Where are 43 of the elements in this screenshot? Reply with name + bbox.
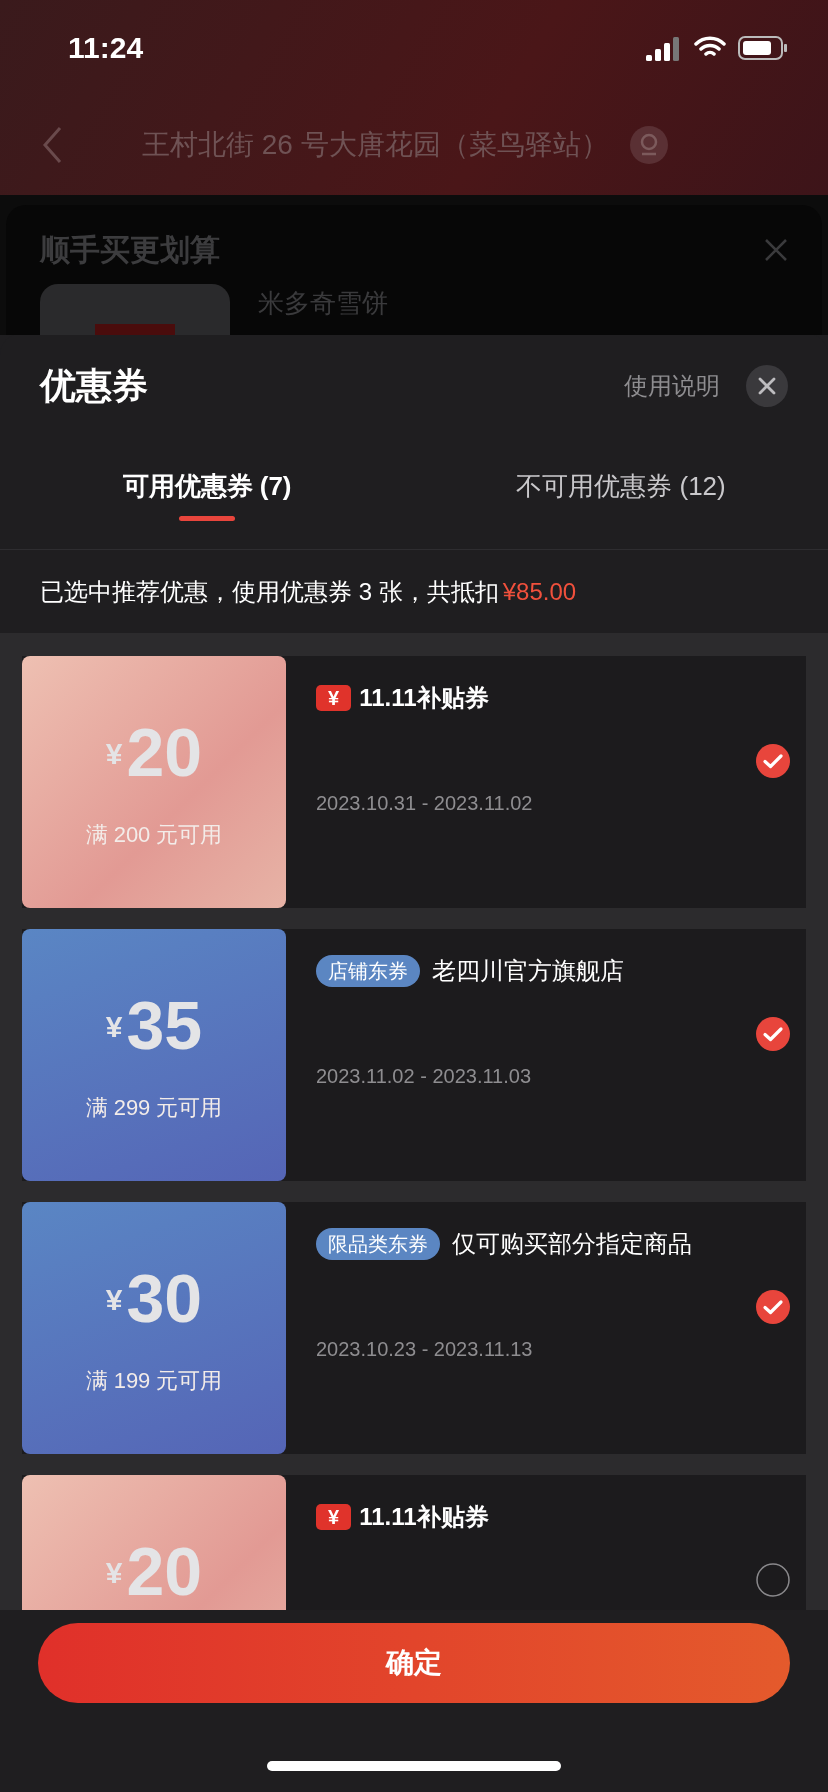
coupon-tag: 限品类东券 — [316, 1228, 440, 1260]
battery-icon — [738, 35, 788, 60]
coupon-title: 仅可购买部分指定商品 — [452, 1229, 692, 1259]
yen-ticket-badge: ¥ — [316, 1504, 352, 1530]
close-icon — [764, 237, 788, 262]
currency-symbol: ¥ — [105, 1555, 123, 1591]
coupon-card[interactable]: ¥30 满 199 元可用 限品类东券 仅可购买部分指定商品 2023.10.23 - 2023.11.13 — [22, 1202, 806, 1454]
usage-instructions-link[interactable]: 使用说明 — [624, 367, 720, 404]
coupon-amount: 30 — [126, 1264, 203, 1332]
checked-circle-icon[interactable] — [756, 1290, 790, 1324]
currency-symbol: ¥ — [105, 1009, 123, 1045]
discount-summary: 已选中推荐优惠，使用优惠券 3 张，共抵扣 ¥85.00 — [40, 576, 577, 607]
delivery-address: 王村北街 26 号大唐花园（菜鸟驿站） — [142, 128, 609, 162]
coupon-tab[interactable]: 不可用优惠券 (12) — [414, 438, 828, 549]
confirm-button[interactable]: 确定 — [38, 1623, 790, 1703]
coupon-amount: 20 — [126, 718, 203, 786]
signal-icon — [646, 34, 682, 61]
coupon-card[interactable]: ¥20 ¥ 11.11补贴券 — [22, 1475, 806, 1610]
location-pin-icon[interactable] — [628, 125, 669, 165]
coupon-tab[interactable]: 可用优惠券 (7) — [0, 438, 414, 549]
coupon-dates: 2023.10.23 - 2023.11.13 — [316, 1337, 534, 1362]
checked-circle-icon[interactable] — [756, 744, 790, 778]
coupon-condition: 满 299 元可用 — [85, 1094, 223, 1122]
checked-circle-icon[interactable] — [756, 1017, 790, 1051]
coupon-dates: 2023.10.31 - 2023.11.02 — [316, 791, 534, 816]
promo-brand: 11.11补贴券 — [359, 1502, 489, 1532]
currency-symbol: ¥ — [105, 1282, 123, 1318]
coupon-card[interactable]: ¥35 满 299 元可用 店铺东券 老四川官方旗舰店 2023.11.02 - 2023.11.03 — [22, 929, 806, 1181]
coupon-condition: 满 200 元可用 — [85, 821, 223, 849]
coupon-condition: 满 199 元可用 — [85, 1367, 223, 1395]
coupon-tag: 店铺东券 — [316, 955, 420, 987]
promo-brand: 11.11补贴券 — [359, 683, 489, 713]
close-icon[interactable] — [746, 364, 788, 407]
yen-ticket-badge: ¥ — [316, 685, 352, 711]
coupon-amount: 20 — [126, 1537, 203, 1605]
sheet-title: 优惠券 — [40, 363, 148, 408]
coupon-card[interactable]: ¥20 满 200 元可用 ¥ 11.11补贴券 2023.10.31 - 2023.11.02 — [22, 656, 806, 908]
empty-circle-icon[interactable] — [756, 1563, 790, 1597]
status-time: 11:24 — [68, 30, 144, 66]
coupon-dates: 2023.11.02 - 2023.11.03 — [316, 1064, 532, 1089]
coupon-title: 老四川官方旗舰店 — [432, 956, 624, 986]
currency-symbol: ¥ — [105, 736, 123, 772]
coupon-amount: 35 — [126, 991, 203, 1059]
